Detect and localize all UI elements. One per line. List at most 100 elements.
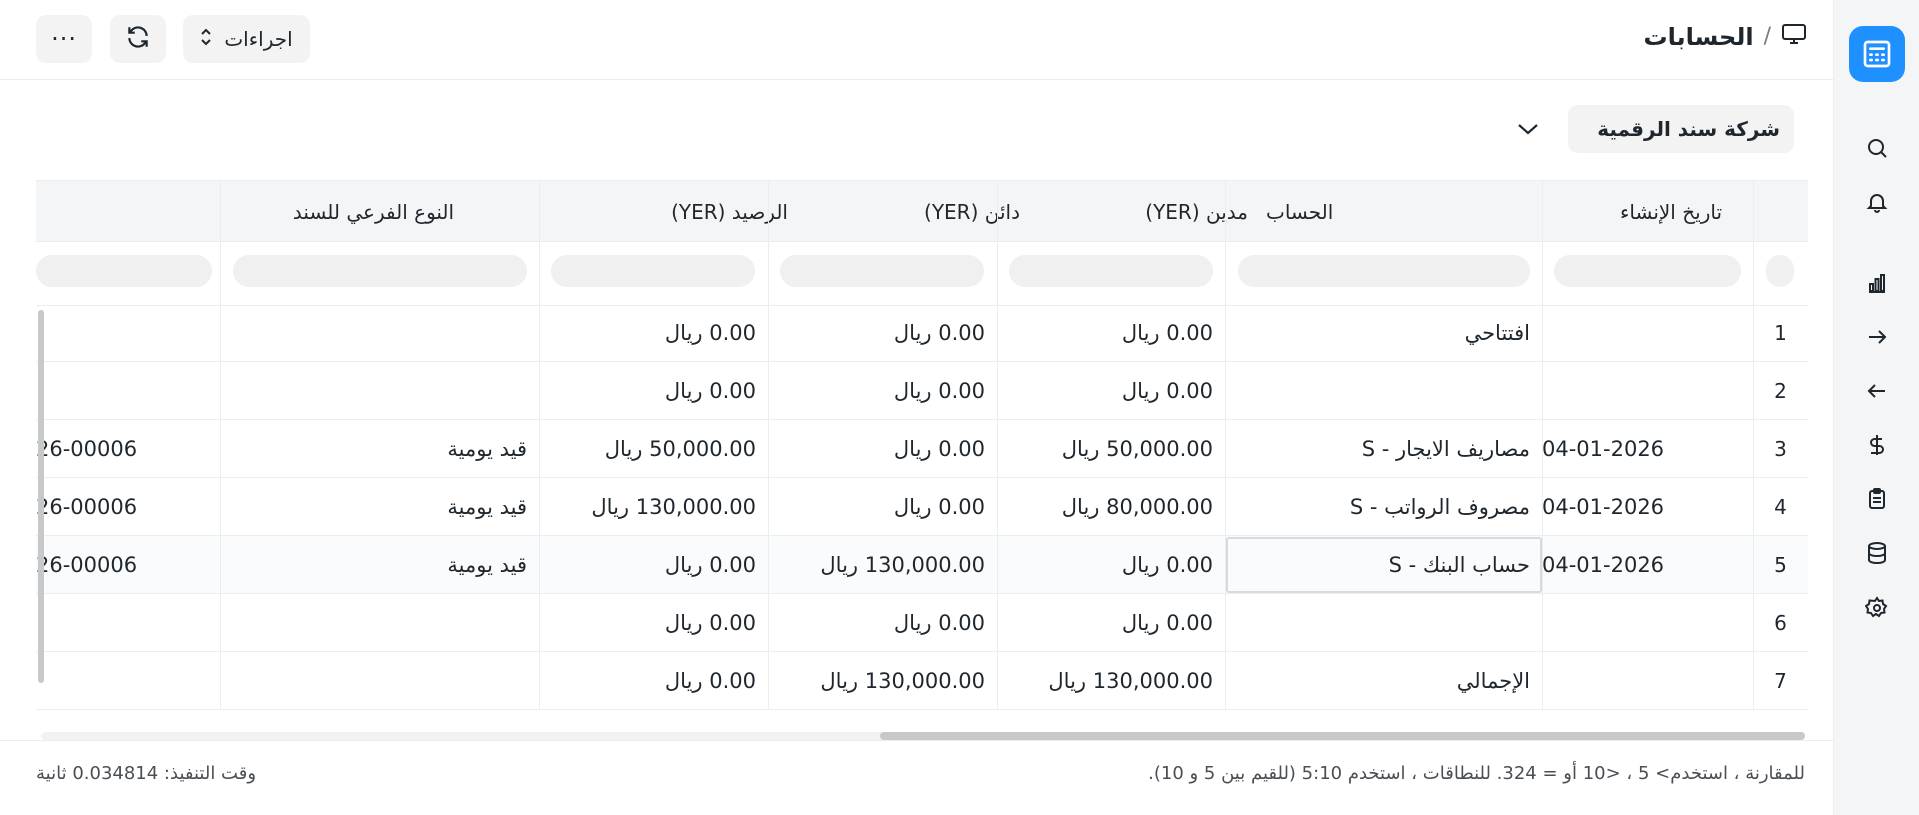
- cell-debit[interactable]: 0.00 ريال: [997, 304, 1225, 362]
- sidebar: [1833, 0, 1919, 815]
- table-row: 5 04-01-2026 حساب البنك - S 0.00 ريال 130,00…: [36, 536, 1808, 594]
- cell-debit[interactable]: 0.00 ريال: [997, 594, 1225, 652]
- row-index[interactable]: 3: [1753, 420, 1808, 478]
- column-header-balance[interactable]: الرصيد (YER): [536, 181, 788, 243]
- cell-subtype[interactable]: قيد يومية: [220, 420, 539, 478]
- filter-credit[interactable]: [780, 255, 984, 287]
- more-button[interactable]: ···: [36, 15, 92, 63]
- cell-account[interactable]: [1225, 362, 1542, 420]
- cell-debit[interactable]: 80,000.00 ريال: [997, 478, 1225, 536]
- cell-subtype[interactable]: [220, 652, 539, 710]
- cell-voucher[interactable]: 26-00006: [36, 536, 220, 594]
- cell-created[interactable]: 04-01-2026: [1542, 420, 1753, 478]
- filter-account[interactable]: [1238, 255, 1530, 287]
- cell-debit[interactable]: 50,000.00 ريال: [997, 420, 1225, 478]
- actions-button[interactable]: اجراءات: [183, 15, 310, 63]
- more-icon: ···: [51, 25, 77, 53]
- cell-balance[interactable]: 0.00 ريال: [539, 362, 768, 420]
- cell-credit[interactable]: 130,000.00 ريال: [768, 652, 997, 710]
- cell-subtype[interactable]: قيد يومية: [220, 478, 539, 536]
- clipboard-icon[interactable]: [1859, 481, 1895, 517]
- filter-created[interactable]: [1554, 255, 1741, 287]
- vertical-scrollbar[interactable]: [38, 310, 44, 683]
- search-icon[interactable]: [1859, 130, 1895, 166]
- cell-credit[interactable]: 130,000.00 ريال: [768, 536, 997, 594]
- cell-created[interactable]: [1542, 304, 1753, 362]
- bar-chart-icon[interactable]: [1859, 265, 1895, 301]
- filter-voucher[interactable]: [36, 255, 212, 287]
- cell-credit[interactable]: 0.00 ريال: [768, 362, 997, 420]
- row-index[interactable]: 4: [1753, 478, 1808, 536]
- cell-balance[interactable]: 0.00 ريال: [539, 594, 768, 652]
- column-header-account[interactable]: الحساب: [1256, 181, 1556, 243]
- filter-debit[interactable]: [1009, 255, 1213, 287]
- cell-voucher[interactable]: [36, 304, 220, 362]
- table-row: 1 افتتاحي 0.00 ريال 0.00 ريال 0.00 ريال: [36, 304, 1808, 362]
- cell-balance[interactable]: 0.00 ريال: [539, 304, 768, 362]
- horizontal-scrollbar[interactable]: [880, 732, 1805, 740]
- column-header-account-label: الحساب: [1266, 200, 1334, 224]
- filter-balance[interactable]: [551, 255, 755, 287]
- page-header: / الحسابات اجراءات ···: [0, 0, 1833, 80]
- arrow-right-icon[interactable]: [1859, 319, 1895, 355]
- cell-subtype[interactable]: [220, 594, 539, 652]
- cell-created[interactable]: 04-01-2026: [1542, 536, 1753, 594]
- row-index[interactable]: 2: [1753, 362, 1808, 420]
- column-header-debit[interactable]: مدين (YER): [996, 181, 1248, 243]
- gear-icon[interactable]: [1859, 590, 1895, 626]
- cell-voucher[interactable]: [36, 652, 220, 710]
- table-header: تاريخ الإنشاء الحساب مدين (YER) دائن (YE…: [36, 180, 1808, 243]
- cell-debit[interactable]: 0.00 ريال: [997, 362, 1225, 420]
- company-filter[interactable]: شركة سند الرقمية: [1568, 105, 1794, 153]
- row-index[interactable]: 6: [1753, 594, 1808, 652]
- cell-account[interactable]: [1225, 594, 1542, 652]
- cell-balance[interactable]: 50,000.00 ريال: [539, 420, 768, 478]
- cell-balance[interactable]: 0.00 ريال: [539, 652, 768, 710]
- cell-created[interactable]: [1542, 652, 1753, 710]
- cell-subtype[interactable]: قيد يومية: [220, 536, 539, 594]
- cell-balance[interactable]: 130,000.00 ريال: [539, 478, 768, 536]
- cell-debit[interactable]: 130,000.00 ريال: [997, 652, 1225, 710]
- cell-voucher[interactable]: [36, 362, 220, 420]
- cell-debit[interactable]: 0.00 ريال: [997, 536, 1225, 594]
- filter-subtype[interactable]: [233, 255, 527, 287]
- cell-account[interactable]: مصاريف الايجار - S: [1225, 420, 1542, 478]
- cell-voucher[interactable]: [36, 594, 220, 652]
- row-index[interactable]: 7: [1753, 652, 1808, 710]
- cell-account[interactable]: افتتاحي: [1225, 304, 1542, 362]
- arrow-left-icon[interactable]: [1859, 373, 1895, 409]
- chevron-down-icon[interactable]: [1514, 117, 1542, 141]
- cell-created[interactable]: [1542, 362, 1753, 420]
- cell-account[interactable]: الإجمالي: [1225, 652, 1542, 710]
- column-header-subtype[interactable]: النوع الفرعي للسند: [221, 181, 526, 243]
- breadcrumb-separator: /: [1763, 24, 1771, 49]
- column-header-created[interactable]: تاريخ الإنشاء: [1576, 181, 1766, 243]
- dollar-icon[interactable]: [1859, 427, 1895, 463]
- app-logo-calculator-icon[interactable]: [1849, 26, 1905, 82]
- filter-index[interactable]: [1766, 255, 1794, 287]
- database-icon[interactable]: [1859, 535, 1895, 571]
- cell-subtype[interactable]: [220, 304, 539, 362]
- cell-created[interactable]: [1542, 594, 1753, 652]
- cell-credit[interactable]: 0.00 ريال: [768, 594, 997, 652]
- report-table: تاريخ الإنشاء الحساب مدين (YER) دائن (YE…: [36, 180, 1808, 733]
- cell-created[interactable]: 04-01-2026: [1542, 478, 1753, 536]
- cell-credit[interactable]: 0.00 ريال: [768, 420, 997, 478]
- cell-voucher[interactable]: 26-00006: [36, 478, 220, 536]
- page-title: الحسابات: [1643, 22, 1754, 51]
- active-cell-outline: [1226, 537, 1542, 593]
- row-index[interactable]: 5: [1753, 536, 1808, 594]
- cell-subtype[interactable]: [220, 362, 539, 420]
- desktop-icon[interactable]: [1781, 22, 1807, 51]
- cell-balance[interactable]: 0.00 ريال: [539, 536, 768, 594]
- cell-credit[interactable]: 0.00 ريال: [768, 478, 997, 536]
- table-row: 3 04-01-2026 مصاريف الايجار - S 50,000.00 ر…: [36, 420, 1808, 478]
- refresh-button[interactable]: [110, 15, 166, 63]
- cell-account[interactable]: مصروف الرواتب - S: [1225, 478, 1542, 536]
- cell-credit[interactable]: 0.00 ريال: [768, 304, 997, 362]
- cell-voucher[interactable]: 26-00006: [36, 420, 220, 478]
- column-header-credit[interactable]: دائن (YER): [768, 181, 1020, 243]
- row-index[interactable]: 1: [1753, 304, 1808, 362]
- bell-icon[interactable]: [1859, 184, 1895, 220]
- filter-hint: للمقارنة ، استخدم> 5 ، <10 أو = 324. للن…: [1148, 763, 1805, 784]
